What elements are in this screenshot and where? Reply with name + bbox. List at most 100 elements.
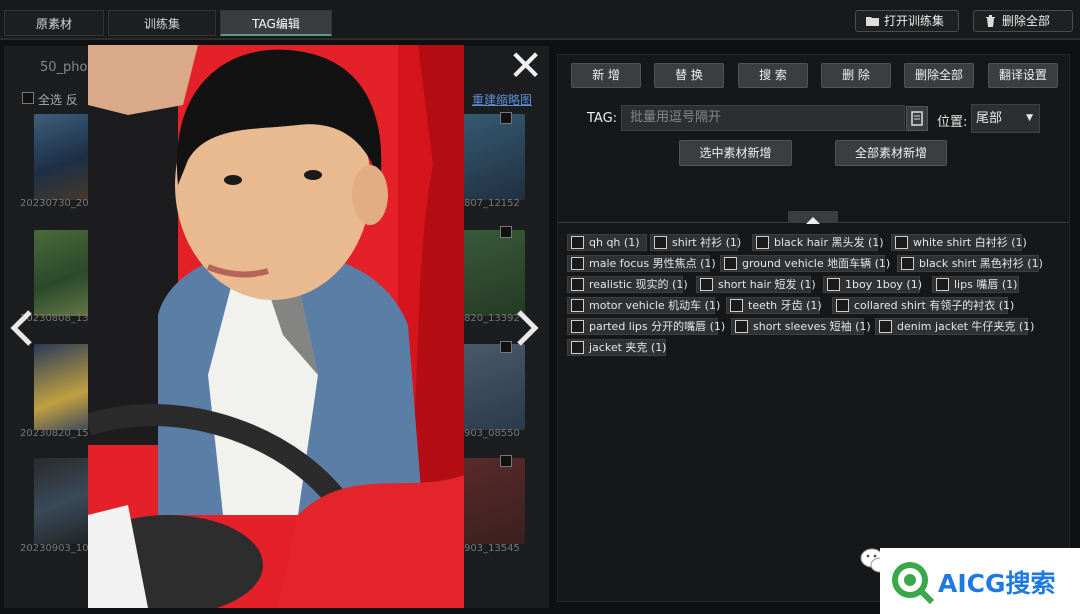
select-all-checkbox[interactable] xyxy=(22,92,34,104)
add-to-selected-button[interactable]: 选中素材新增 xyxy=(679,140,792,166)
tag-label: TAG: xyxy=(587,111,618,126)
tag-checkbox[interactable] xyxy=(936,278,949,291)
tag-checkbox[interactable] xyxy=(901,257,914,270)
chevron-up-icon xyxy=(806,217,820,224)
folder-icon xyxy=(866,17,879,26)
thumbnail-checkbox[interactable] xyxy=(500,226,512,238)
tag-label: 1boy 1boy (1) xyxy=(845,278,923,291)
thumbnail-checkbox[interactable] xyxy=(500,341,512,353)
tag-input[interactable]: 批量用逗号隔开 xyxy=(621,105,905,131)
tag-label: qh qh (1) xyxy=(589,236,640,249)
list-icon xyxy=(911,111,923,126)
thumbnail[interactable] xyxy=(459,114,525,200)
tag-chip[interactable]: jacket 夹克 (1) xyxy=(567,339,666,356)
delete-all-top-button[interactable]: 删除全部 xyxy=(973,10,1073,32)
tag-checkbox[interactable] xyxy=(571,236,584,249)
search-button[interactable]: 搜 索 xyxy=(738,63,808,88)
add-button[interactable]: 新 增 xyxy=(571,63,641,88)
tag-chip[interactable]: lips 嘴唇 (1) xyxy=(932,276,1019,293)
chevron-down-icon: ▼ xyxy=(1026,113,1033,123)
next-image-arrow-icon[interactable] xyxy=(517,310,539,346)
tag-label: black shirt 黑色衬衫 (1) xyxy=(919,257,1043,270)
tag-checkbox[interactable] xyxy=(654,236,667,249)
tag-label: white shirt 白衬衫 (1) xyxy=(913,236,1027,249)
thumbnail[interactable] xyxy=(459,458,525,544)
tag-checkbox[interactable] xyxy=(735,320,748,333)
tag-chip[interactable]: qh qh (1) xyxy=(567,234,647,251)
collapse-toggle[interactable] xyxy=(788,211,838,224)
tag-label: realistic 现实的 (1) xyxy=(589,278,688,291)
watermark-text: AICG搜索 xyxy=(938,569,1056,598)
tag-checkbox[interactable] xyxy=(836,299,849,312)
add-to-all-button[interactable]: 全部素材新增 xyxy=(835,140,947,166)
thumbnail-caption: 20230730_20 xyxy=(20,198,89,209)
tag-label: lips 嘴唇 (1) xyxy=(954,278,1018,291)
open-training-set-label: 打开训练集 xyxy=(884,14,945,28)
open-training-set-button[interactable]: 打开训练集 xyxy=(855,10,959,32)
tag-checkbox[interactable] xyxy=(756,236,769,249)
thumbnail-caption: 903_13545 xyxy=(464,543,520,554)
tag-checkbox[interactable] xyxy=(571,278,584,291)
prev-image-arrow-icon[interactable] xyxy=(10,310,32,346)
thumbnail-caption: 820_13392 xyxy=(464,313,520,324)
tag-chip[interactable]: realistic 现实的 (1) xyxy=(567,276,688,293)
tag-checkbox[interactable] xyxy=(724,257,737,270)
tag-chip[interactable]: short hair 短发 (1) xyxy=(696,276,816,293)
tag-editor-panel: 新 增 替 换 搜 索 删 除 删除全部 翻译设置 TAG: 批量用逗号隔开 位… xyxy=(557,54,1070,602)
tag-chip[interactable]: ground vehicle 地面车辆 (1) xyxy=(720,255,890,272)
tag-checkbox[interactable] xyxy=(895,236,908,249)
tag-chip[interactable]: motor vehicle 机动车 (1) xyxy=(567,297,720,314)
tag-checkbox[interactable] xyxy=(827,278,840,291)
search-logo-icon xyxy=(892,562,935,605)
thumbnail-checkbox[interactable] xyxy=(500,455,512,467)
tag-label: short sleeves 短袖 (1) xyxy=(753,320,871,333)
thumbnail[interactable] xyxy=(459,344,525,430)
thumbnail-caption: 807_12152 xyxy=(464,198,520,209)
preview-image xyxy=(88,45,464,608)
tag-chip[interactable]: 1boy 1boy (1) xyxy=(823,276,923,293)
tag-chip[interactable]: denim jacket 牛仔夹克 (1) xyxy=(875,318,1034,335)
tag-chip[interactable]: parted lips 分开的嘴唇 (1) xyxy=(567,318,725,335)
tag-label: jacket 夹克 (1) xyxy=(589,341,667,354)
tag-chip[interactable]: shirt 衬衫 (1) xyxy=(650,234,742,251)
tag-chip[interactable]: white shirt 白衬衫 (1) xyxy=(891,234,1027,251)
tag-chip[interactable]: short sleeves 短袖 (1) xyxy=(731,318,871,335)
watermark: AICG搜索 xyxy=(880,548,1080,614)
tag-checkbox[interactable] xyxy=(700,278,713,291)
tag-label: parted lips 分开的嘴唇 (1) xyxy=(589,320,726,333)
thumbnail-caption: 20230820_15 xyxy=(20,428,89,439)
tag-label: shirt 衬衫 (1) xyxy=(672,236,742,249)
delete-all-button[interactable]: 删除全部 xyxy=(904,63,974,88)
tag-chip[interactable]: black hair 黑头发 (1) xyxy=(752,234,884,251)
position-select[interactable]: 尾部 ▼ xyxy=(971,104,1040,133)
tag-checkbox[interactable] xyxy=(571,341,584,354)
tag-checkbox[interactable] xyxy=(730,299,743,312)
thumbnail-checkbox[interactable] xyxy=(500,112,512,124)
rebuild-thumbnails-link[interactable]: 重建缩略图 xyxy=(472,91,532,108)
thumbnail[interactable] xyxy=(459,230,525,316)
tag-label: male focus 男性焦点 (1) xyxy=(589,257,716,270)
tag-chip[interactable]: teeth 牙齿 (1) xyxy=(726,297,822,314)
replace-button[interactable]: 替 换 xyxy=(654,63,724,88)
position-label: 位置: xyxy=(937,115,968,130)
delete-all-top-label: 删除全部 xyxy=(1002,14,1051,28)
tag-checkbox[interactable] xyxy=(879,320,892,333)
tab-bar: 原素材 训练集 TAG编辑 打开训练集 删除全部 xyxy=(0,0,1080,40)
tag-chip[interactable]: black shirt 黑色衬衫 (1) xyxy=(897,255,1043,272)
tag-checkbox[interactable] xyxy=(571,299,584,312)
tag-chip[interactable]: male focus 男性焦点 (1) xyxy=(567,255,716,272)
tag-input-menu-button[interactable] xyxy=(906,106,928,131)
position-value: 尾部 xyxy=(976,111,1003,126)
tag-checkbox[interactable] xyxy=(571,257,584,270)
delete-button[interactable]: 删 除 xyxy=(821,63,891,88)
tab-raw-material[interactable]: 原素材 xyxy=(4,10,104,36)
tab-training-set[interactable]: 训练集 xyxy=(108,10,216,36)
close-preview-button[interactable]: ✕ xyxy=(508,44,548,88)
tag-label: teeth 牙齿 (1) xyxy=(748,299,822,312)
tag-checkbox[interactable] xyxy=(571,320,584,333)
translate-settings-button[interactable]: 翻译设置 xyxy=(988,63,1058,88)
tab-tag-edit[interactable]: TAG编辑 xyxy=(220,10,332,36)
tag-chip[interactable]: collared shirt 有领子的衬衣 (1) xyxy=(832,297,1014,314)
tag-label: black hair 黑头发 (1) xyxy=(774,236,884,249)
thumbnail-caption: 20230903_10 xyxy=(20,543,89,554)
